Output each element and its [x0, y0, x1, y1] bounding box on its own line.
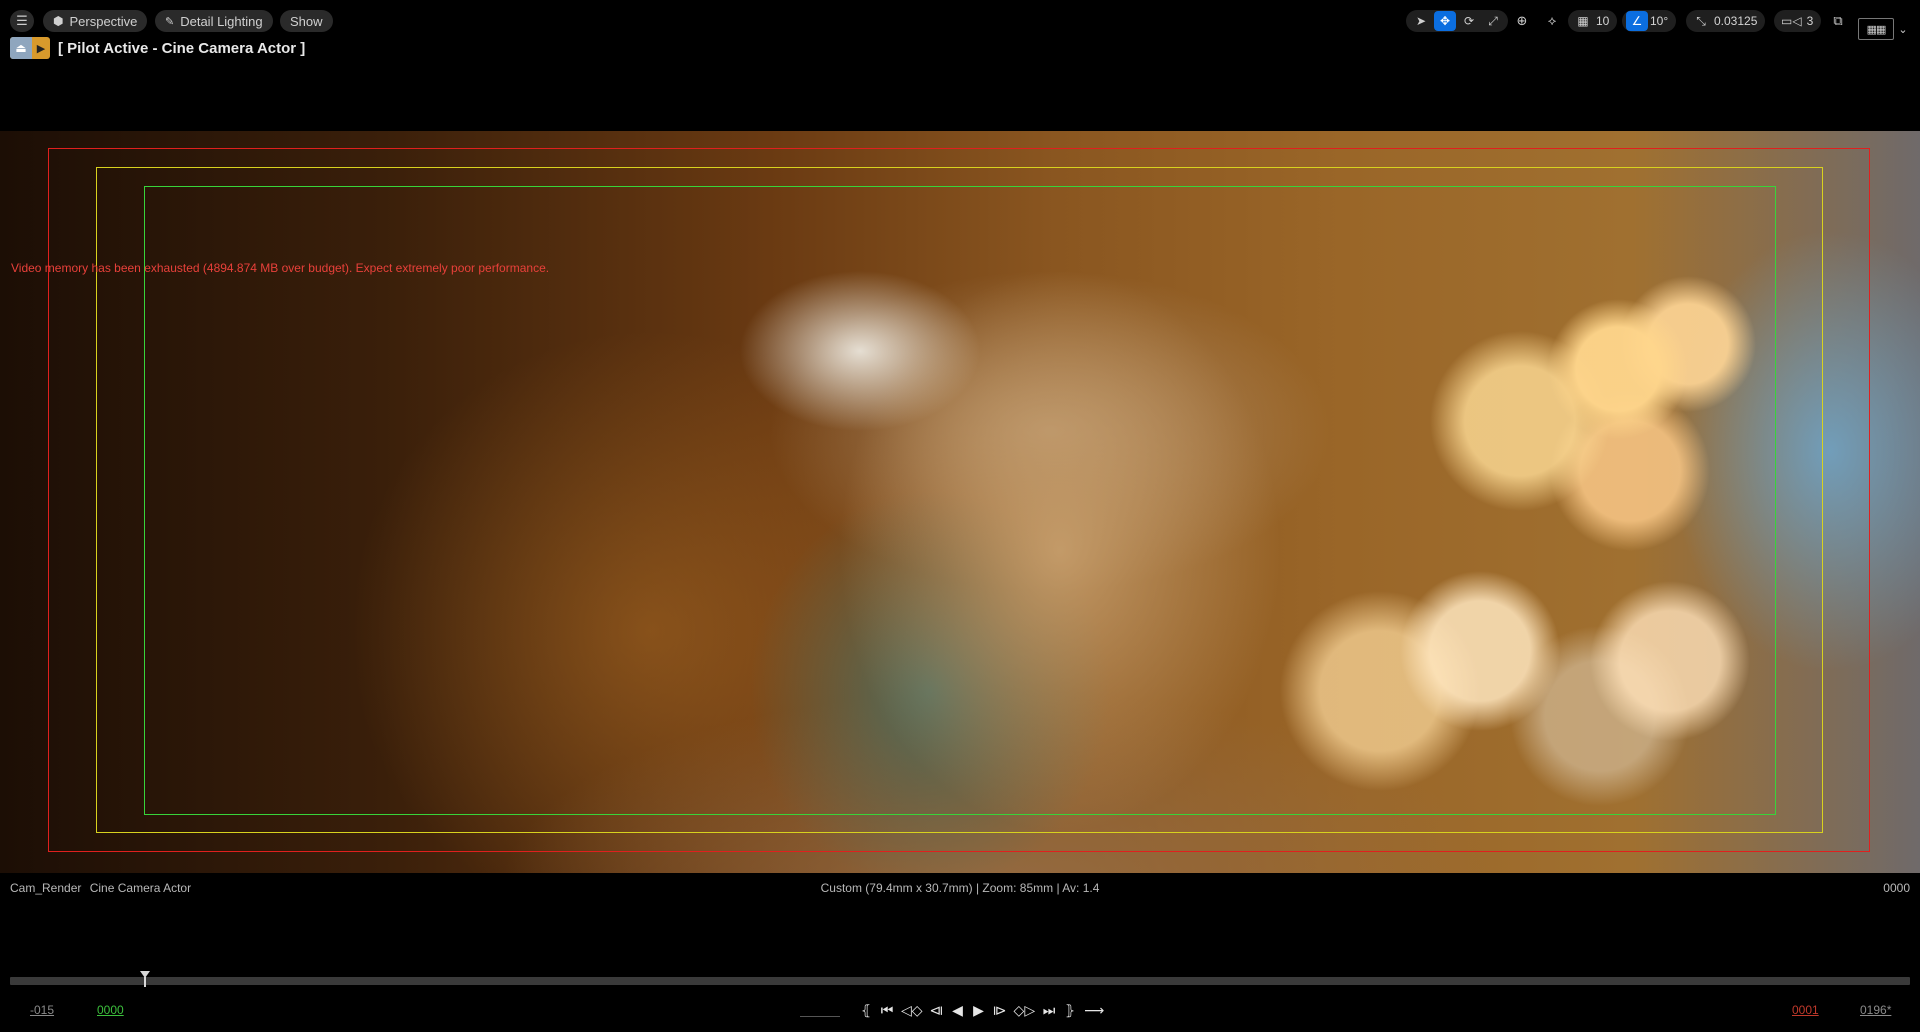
camera-icon: ▶	[36, 42, 46, 55]
rotate-tool-button[interactable]: ⟳	[1458, 11, 1480, 31]
grid-snap-button[interactable]: ▦	[1572, 11, 1594, 31]
world-local-toggle[interactable]: ⊕	[1510, 10, 1534, 32]
lighting-mode-label: Detail Lighting	[180, 13, 263, 29]
angle-icon: ∠	[1631, 14, 1643, 28]
camera-speed-group[interactable]: ▭◁ 3	[1774, 10, 1822, 32]
step-forward-icon: ⧐	[992, 1001, 1007, 1018]
rotation-snap-button[interactable]: ∠	[1626, 11, 1648, 31]
action-safe-frame	[48, 148, 1870, 852]
skip-forward-icon: ⏭	[1042, 1001, 1056, 1018]
rotation-snap-group[interactable]: ∠ 10°	[1622, 10, 1677, 32]
playback-speed-field[interactable]	[800, 1003, 840, 1017]
timeline-scrubber[interactable]	[10, 977, 1910, 985]
next-key-icon: ◇▷	[1013, 1001, 1036, 1018]
current-frame-field[interactable]: 0000	[97, 1003, 124, 1017]
eject-icon: ⏏	[10, 37, 32, 59]
camera-viewport[interactable]: Video memory has been exhausted (4894.87…	[0, 131, 1920, 873]
surface-snap-toggle[interactable]: ⟡	[1540, 10, 1564, 32]
inner-safe-frame	[144, 186, 1776, 815]
previous-keyframe-button[interactable]: ◁◇	[901, 1001, 923, 1019]
total-frames-field[interactable]: 0196*	[1860, 1003, 1891, 1017]
video-camera-icon: ▭◁	[1781, 14, 1802, 28]
view-mode-button[interactable]: ⬢ Perspective	[43, 10, 148, 32]
playhead[interactable]	[140, 971, 150, 987]
pilot-bar: ⏏ ▶ [ Pilot Active - Cine Camera Actor ]	[10, 37, 305, 59]
previous-key-button[interactable]: ⏮	[880, 1001, 894, 1019]
eject-pilot-button[interactable]: ⏏ ▶	[10, 37, 50, 59]
loop-mode-button[interactable]: ⟶	[1084, 1001, 1104, 1019]
scale-snap-button[interactable]: ⤡	[1690, 11, 1712, 31]
frame-counter: 0000	[1883, 881, 1910, 895]
jump-end-icon: ⦄	[1064, 1001, 1076, 1018]
cursor-icon: ➤	[1415, 14, 1427, 28]
scale-tool-button[interactable]: ⤢	[1482, 11, 1504, 31]
next-key-button[interactable]: ⏭	[1042, 1001, 1056, 1019]
step-back-icon: ⧏	[929, 1001, 944, 1018]
scale-snap-icon: ⤡	[1696, 13, 1706, 28]
vram-warning-text: Video memory has been exhausted (4894.87…	[11, 261, 550, 275]
rotation-snap-value[interactable]: 10°	[1650, 14, 1672, 28]
end-frame-field[interactable]: 0001	[1792, 1003, 1819, 1017]
translate-tool-button[interactable]: ✥	[1434, 11, 1456, 31]
viewport-toolbar: ☰ ⬢ Perspective ✎ Detail Lighting Show ➤…	[0, 0, 1920, 42]
start-frame-field[interactable]: -015	[30, 1003, 54, 1017]
show-label: Show	[290, 13, 323, 29]
camera-info-bar: Cam_Render Cine Camera Actor Custom (79.…	[0, 879, 1920, 899]
hamburger-menu-icon: ☰	[16, 13, 28, 28]
step-back-button[interactable]: ⧏	[930, 1001, 944, 1019]
scale-icon: ⤢	[1488, 13, 1498, 28]
rotate-icon: ⟳	[1463, 14, 1475, 28]
step-forward-button[interactable]: ⧐	[993, 1001, 1007, 1019]
layout-button[interactable]: ▦▦	[1858, 18, 1894, 40]
jump-start-icon: ⦃	[860, 1001, 872, 1018]
layout-dropdown-button[interactable]: ⌄	[1894, 18, 1912, 40]
maximize-icon: ⧉	[1833, 13, 1843, 28]
select-tool-button[interactable]: ➤	[1410, 11, 1432, 31]
show-button[interactable]: Show	[280, 10, 333, 32]
camera-speed-button[interactable]: ▭◁	[1778, 11, 1805, 31]
playhead-line	[144, 977, 146, 987]
globe-icon: ⊕	[1516, 13, 1528, 28]
layout-grid-icon: ▦▦	[1866, 23, 1887, 36]
viewport-menu-button[interactable]: ☰	[10, 10, 34, 32]
transport-controls: ⦃ ⏮ ◁◇ ⧏ ◀ ▶ ⧐ ◇▷ ⏭ ⦄ ⟶	[800, 1000, 1104, 1020]
lens-info: Custom (79.4mm x 30.7mm) | Zoom: 85mm | …	[820, 881, 1100, 895]
pilot-title: [ Pilot Active - Cine Camera Actor ]	[58, 39, 306, 57]
next-keyframe-button[interactable]: ◇▷	[1014, 1001, 1036, 1019]
grid-snap-group[interactable]: ▦ 10	[1568, 10, 1618, 32]
maximize-viewport-button[interactable]: ⧉	[1826, 10, 1850, 32]
cube-icon: ⬢	[53, 14, 64, 28]
skip-back-icon: ⏮	[880, 1001, 894, 1018]
play-reverse-icon: ◀	[952, 1001, 963, 1018]
transform-tools: ➤ ✥ ⟳ ⤢	[1406, 10, 1508, 32]
move-icon: ✥	[1439, 14, 1451, 28]
grid-snap-value[interactable]: 10	[1596, 14, 1613, 28]
grid-icon: ▦	[1577, 14, 1589, 28]
camera-speed-value[interactable]: 3	[1807, 14, 1818, 28]
scale-snap-value[interactable]: 0.03125	[1714, 14, 1761, 28]
play-reverse-button[interactable]: ◀	[951, 1001, 965, 1019]
surface-snap-icon: ⟡	[1547, 13, 1557, 28]
scale-snap-group[interactable]: ⤡ 0.03125	[1686, 10, 1766, 32]
chevron-down-icon: ⌄	[1898, 23, 1908, 36]
view-mode-label: Perspective	[69, 13, 138, 29]
arrow-right-icon: ⟶	[1084, 1001, 1105, 1018]
jump-to-end-button[interactable]: ⦄	[1063, 1001, 1077, 1019]
lighting-mode-button[interactable]: ✎ Detail Lighting	[155, 10, 273, 32]
jump-to-start-button[interactable]: ⦃	[859, 1001, 873, 1019]
prev-key-icon: ◁◇	[901, 1001, 923, 1018]
brush-icon: ✎	[165, 15, 175, 28]
play-button[interactable]: ▶	[972, 1001, 986, 1019]
play-icon: ▶	[973, 1001, 984, 1018]
